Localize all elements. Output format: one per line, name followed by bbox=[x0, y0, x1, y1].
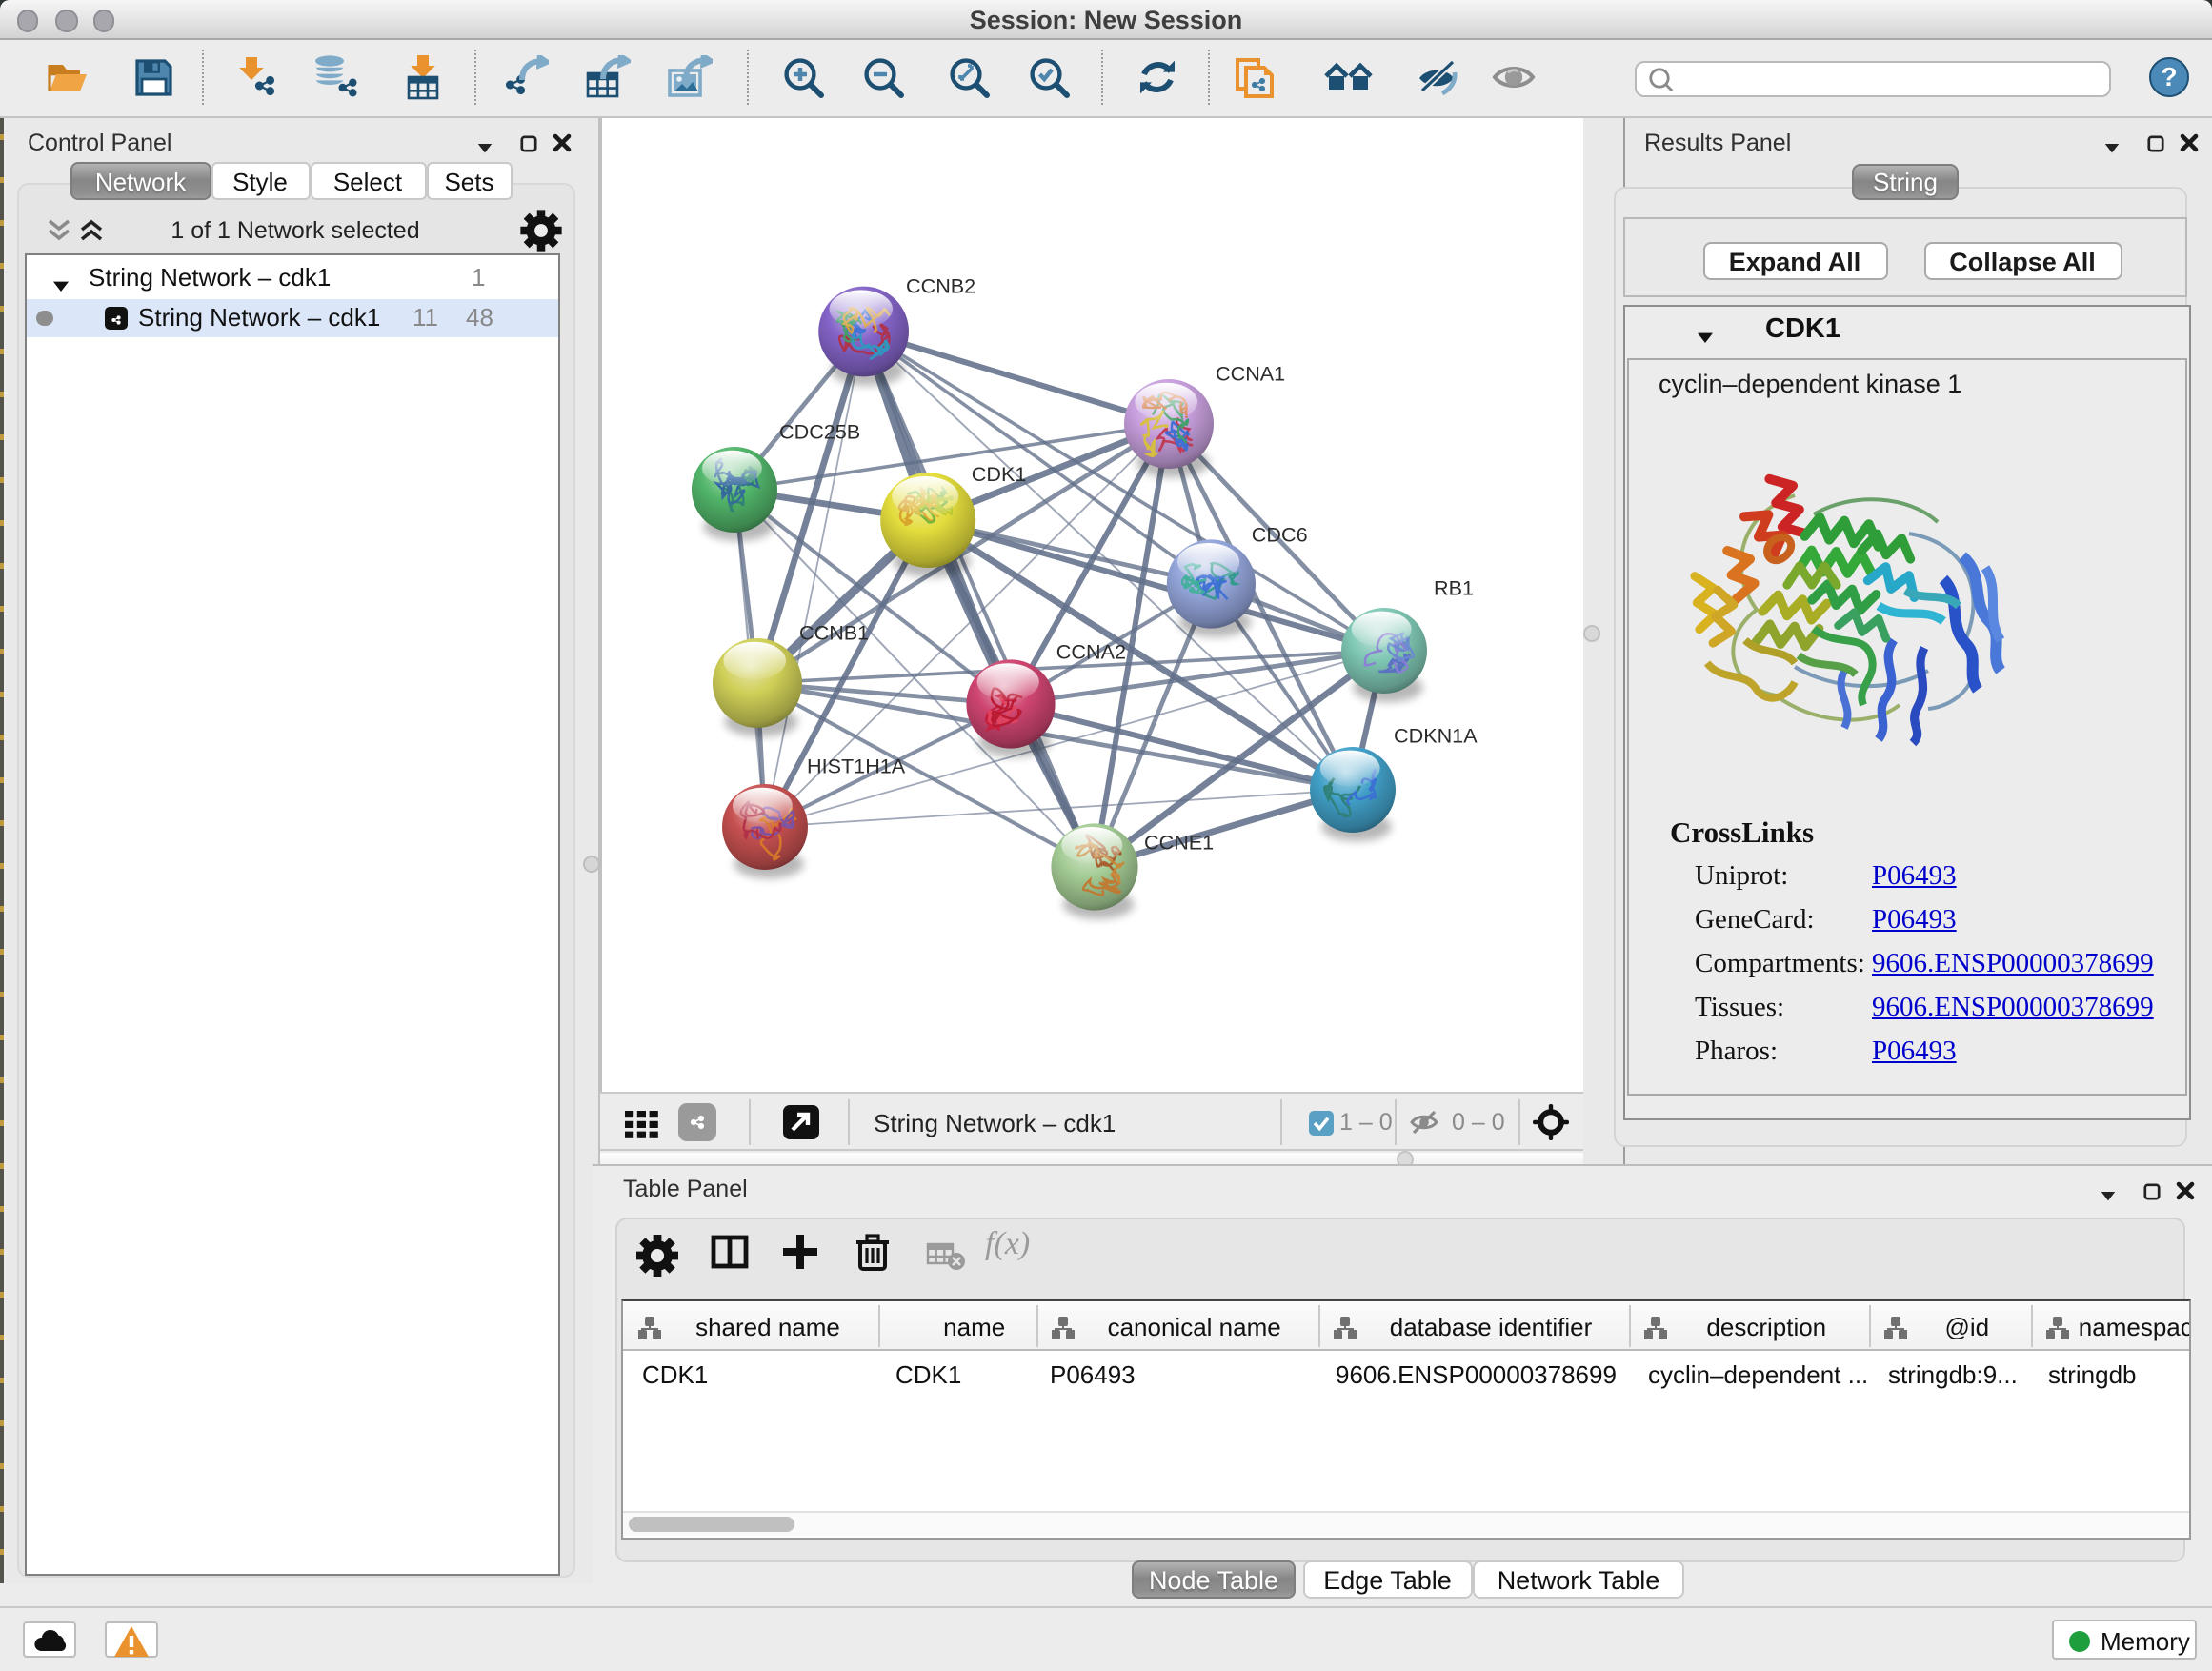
svg-text:CDC25B: CDC25B bbox=[778, 420, 859, 444]
svg-text:CCNA2: CCNA2 bbox=[1056, 640, 1125, 664]
svg-text:CDC6: CDC6 bbox=[1251, 523, 1307, 547]
svg-text:CDKN1A: CDKN1A bbox=[1393, 724, 1477, 748]
svg-text:CCNB1: CCNB1 bbox=[798, 621, 868, 645]
svg-text:CDK1: CDK1 bbox=[971, 462, 1026, 486]
svg-text:CCNA1: CCNA1 bbox=[1215, 362, 1284, 386]
svg-text:CCNB2: CCNB2 bbox=[905, 274, 975, 298]
svg-text:HIST1H1A: HIST1H1A bbox=[806, 755, 905, 778]
svg-text:RB1: RB1 bbox=[1433, 576, 1473, 600]
svg-text:CCNE1: CCNE1 bbox=[1143, 831, 1213, 855]
